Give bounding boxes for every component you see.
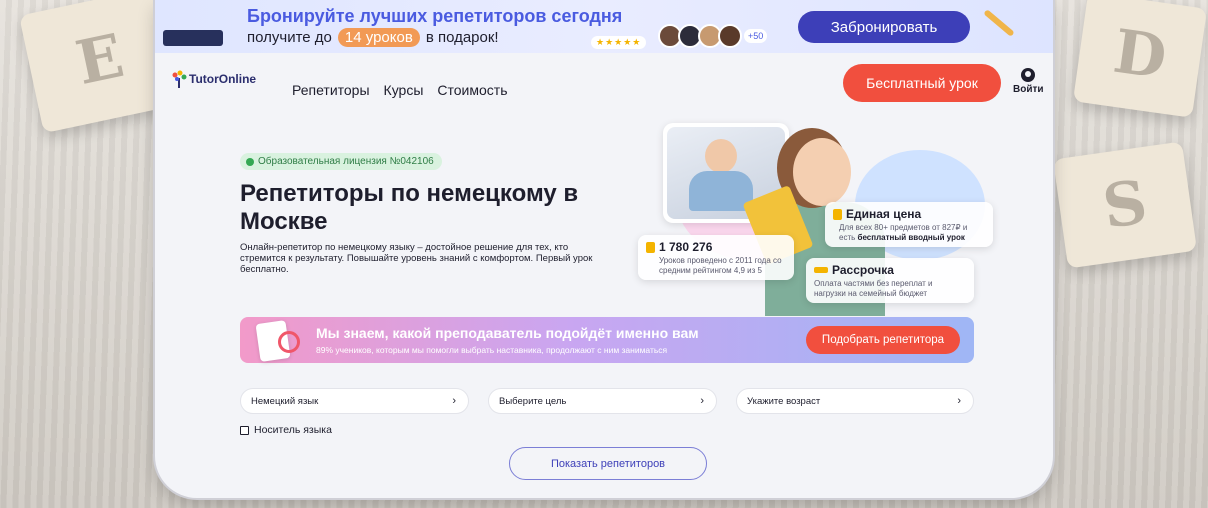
scrabble-tile: S xyxy=(1052,141,1198,269)
check-icon xyxy=(246,157,254,166)
show-tutors-button[interactable]: Показать репетиторов xyxy=(509,447,707,480)
tree-logo-icon xyxy=(171,70,187,88)
pick-tutor-subtitle: 89% учеников, которым мы помогли выбрать… xyxy=(316,345,668,355)
avatars-more-count: +50 xyxy=(744,29,768,43)
page-title: Репетиторы по немецкому в Москве xyxy=(240,180,579,235)
native-speaker-checkbox[interactable]: Носитель языка xyxy=(240,424,332,436)
login-button[interactable]: Войти xyxy=(1013,68,1044,95)
native-speaker-label: Носитель языка xyxy=(254,424,332,436)
user-icon xyxy=(1021,68,1036,82)
age-select[interactable]: Укажите возраст › xyxy=(736,388,974,414)
student-illustration-head xyxy=(793,138,851,206)
promo-title: Бронируйте лучших репетиторов сегодня xyxy=(247,6,623,26)
lessons-count: 1 780 276 xyxy=(659,240,713,254)
nav-item-tutors[interactable]: Репетиторы xyxy=(292,82,370,98)
stat-card-title: Единая цена xyxy=(833,207,985,221)
tutor-photo-head xyxy=(705,139,737,173)
promo-sub-after: в подарок! xyxy=(425,29,499,46)
language-select-value: Немецкий язык xyxy=(251,395,319,407)
tutor-avatars: +50 xyxy=(658,24,768,48)
logo-text: TutorOnline xyxy=(189,72,257,86)
installment-text: Оплата частями без переплат и нагрузки н… xyxy=(814,279,933,298)
pick-tutor-title: Мы знаем, какой преподаватель подойдёт и… xyxy=(316,325,699,341)
page-lead: Онлайн-репетитор по немецкому языку – до… xyxy=(240,242,593,275)
installment-stat-card: Рассрочка Оплата частями без переплат и … xyxy=(806,258,974,303)
logo[interactable]: TutorOnline xyxy=(171,70,256,88)
stat-card-text: Для всех 80+ предметов от 827₽ и есть бе… xyxy=(833,223,985,242)
stat-card-title: 1 780 276 xyxy=(646,240,786,254)
nav-item-pricing[interactable]: Стоимость xyxy=(437,82,507,98)
chevron-right-icon: › xyxy=(957,395,961,407)
card-icon xyxy=(814,267,828,273)
chevron-right-icon: › xyxy=(452,395,456,407)
document-icon xyxy=(646,241,655,253)
price-text-bold: бесплатный вводный урок xyxy=(857,232,965,242)
installment-title: Рассрочка xyxy=(832,263,894,277)
promo-sub-before: получите до xyxy=(247,29,332,46)
avatar xyxy=(718,24,742,48)
promo-banner[interactable]: Бронируйте лучших репетиторов сегодня по… xyxy=(155,0,1053,53)
books-illustration xyxy=(163,30,223,46)
goal-select-value: Выберите цель xyxy=(499,395,567,407)
book-now-button[interactable]: Забронировать xyxy=(798,11,970,43)
free-lesson-button[interactable]: Бесплатный урок xyxy=(843,64,1001,102)
scrabble-tile: D xyxy=(1072,0,1208,118)
language-select[interactable]: Немецкий язык › xyxy=(240,388,469,414)
goal-select[interactable]: Выберите цель › xyxy=(488,388,717,414)
lock-icon xyxy=(833,208,842,220)
browser-frame: Бронируйте лучших репетиторов сегодня по… xyxy=(155,0,1053,498)
login-label: Войти xyxy=(1013,84,1044,95)
magnifier-icon xyxy=(278,331,300,353)
age-select-value: Укажите возраст xyxy=(747,395,821,407)
stat-card-title: Рассрочка xyxy=(814,263,966,277)
license-text: Образовательная лицензия №042106 xyxy=(258,156,434,167)
main-nav: Репетиторы Курсы Стоимость xyxy=(292,82,508,98)
pick-tutor-banner: Мы знаем, какой преподаватель подойдёт и… xyxy=(240,317,974,363)
promo-lessons-badge: 14 уроков xyxy=(337,28,420,47)
chevron-right-icon: › xyxy=(700,395,704,407)
price-stat-card: Единая цена Для всех 80+ предметов от 82… xyxy=(825,202,993,247)
pick-tutor-button[interactable]: Подобрать репетитора xyxy=(806,326,960,354)
lessons-stat-card: 1 780 276 Уроков проведено с 2011 года с… xyxy=(638,235,794,280)
nav-item-courses[interactable]: Курсы xyxy=(384,82,424,98)
checkbox-box[interactable] xyxy=(240,425,249,435)
pencil-illustration xyxy=(983,9,1015,37)
lessons-text: Уроков проведено с 2011 года со средним … xyxy=(659,256,782,275)
rating-stars: ★★★★★ xyxy=(591,36,647,49)
price-title: Единая цена xyxy=(846,207,922,221)
license-badge: Образовательная лицензия №042106 xyxy=(240,153,442,170)
promo-subtitle: получите до 14 уроков в подарок! xyxy=(247,28,499,47)
